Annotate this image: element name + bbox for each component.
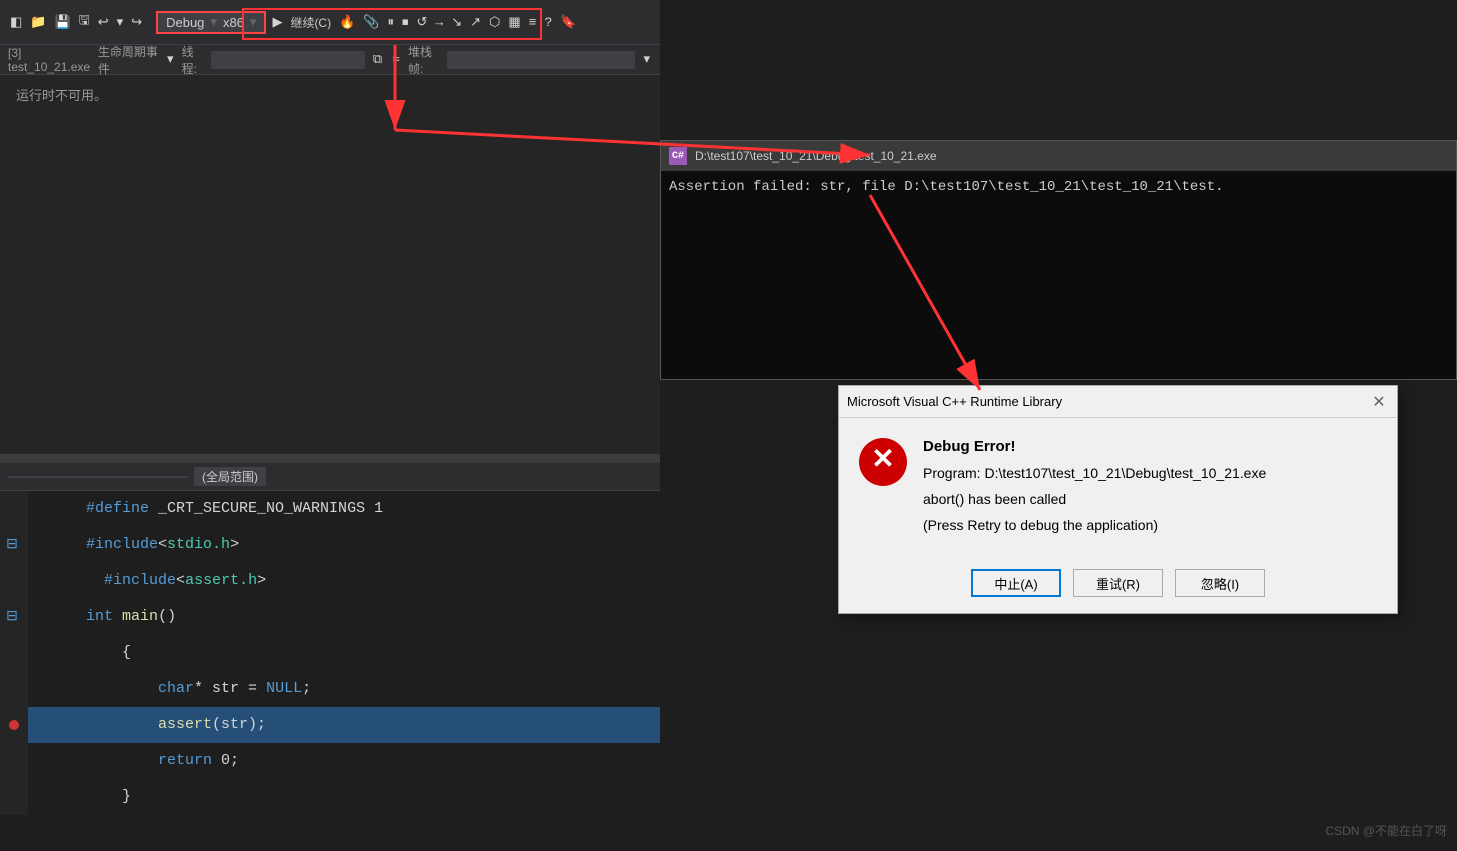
gutter-4: ⊟	[0, 599, 28, 635]
debug-bar: [3] test_10_21.exe 生命周期事件 ▾ 线程: ⧉ ≈ 堆栈帧:…	[0, 45, 660, 75]
step-over-icon[interactable]: →	[435, 15, 443, 30]
toolbar: ◧ 📁 💾 🖫 ↩ ▾ ↪ Debug ▾ x86 ▾ ▶ 继续(C) 🔥 📎 …	[0, 0, 660, 45]
thread-label: 线程:	[182, 43, 205, 77]
stop-icon[interactable]: ⏹	[402, 15, 409, 30]
disasm-icon[interactable]: ≡	[529, 15, 537, 30]
retry-button[interactable]: 重试(R)	[1073, 569, 1163, 597]
debug-config-box[interactable]: Debug ▾ x86 ▾	[156, 11, 266, 34]
error-circle-icon: ✕	[859, 438, 907, 486]
console-message: Assertion failed: str, file D:\test107\t…	[669, 179, 1224, 195]
filter-icon[interactable]: ⧉	[373, 52, 382, 67]
gutter-9	[0, 779, 28, 815]
sort-icon[interactable]: ≈	[392, 52, 400, 67]
open-icon: 📁	[30, 15, 46, 30]
save-icon: 💾	[54, 15, 70, 30]
step-in-icon[interactable]: ↘	[451, 15, 462, 30]
callstack-label: 堆栈帧:	[408, 43, 441, 77]
gutter-3	[0, 563, 28, 599]
error-x-icon: ✕	[871, 448, 894, 476]
continue-label[interactable]: 继续(C)	[290, 14, 331, 31]
file-icon: ◧	[10, 15, 22, 30]
console-content: Assertion failed: str, file D:\test107\t…	[661, 171, 1456, 203]
play-icon[interactable]: ▶	[272, 15, 282, 30]
callstack-dropdown[interactable]	[447, 51, 635, 69]
console-title: D:\test107\test_10_21\Debug\test_10_21.e…	[695, 149, 937, 163]
step-out-icon[interactable]: ↗	[470, 15, 481, 30]
lifecycle-dropdown-icon[interactable]: ▾	[167, 52, 174, 67]
collapse-minus-2[interactable]: ⊟	[6, 599, 18, 635]
attach-icon: 📎	[363, 15, 379, 30]
dialog-close-button[interactable]: ✕	[1369, 392, 1389, 412]
code-line-9: }	[0, 779, 660, 815]
ide-watch-panel: 运行时不可用。	[0, 75, 660, 455]
debug-error-label: Debug Error!	[923, 438, 1377, 455]
dialog-buttons: 中止(A) 重试(R) 忽略(I)	[839, 559, 1397, 613]
dialog-icon-area: ✕	[859, 438, 907, 543]
code-editor[interactable]: #define _CRT_SECURE_NO_WARNINGS 1 ⊟ #inc…	[0, 491, 660, 849]
register-icon[interactable]: ?	[544, 15, 552, 30]
collapse-minus-1[interactable]: ⊟	[6, 527, 18, 563]
thread-dropdown[interactable]	[211, 51, 365, 69]
gutter-5	[0, 635, 28, 671]
abort-label: abort() has been called	[923, 491, 1377, 507]
arch-label: x86	[223, 15, 244, 30]
console-window: C# D:\test107\test_10_21\Debug\test_10_2…	[660, 140, 1457, 380]
retry-hint-label: (Press Retry to debug the application)	[923, 517, 1377, 533]
restart-icon[interactable]: ↺	[416, 15, 427, 30]
program-path-label: Program: D:\test107\test_10_21\Debug\tes…	[923, 465, 1377, 481]
abort-button[interactable]: 中止(A)	[971, 569, 1061, 597]
gutter-1	[0, 491, 28, 527]
redo-icon: ↪	[131, 15, 142, 30]
console-app-icon: C#	[669, 147, 687, 165]
pause-icon[interactable]: ⏸	[387, 15, 394, 30]
bookmark-icon[interactable]: 🔖	[560, 15, 576, 30]
undo-arrow-icon: ▾	[117, 15, 124, 30]
right-background	[660, 0, 1457, 140]
dialog-text-area: Debug Error! Program: D:\test107\test_10…	[923, 438, 1377, 543]
error-dialog: Microsoft Visual C++ Runtime Library ✕ ✕…	[838, 385, 1398, 614]
lifecycle-label: 生命周期事件	[98, 43, 159, 77]
dialog-title: Microsoft Visual C++ Runtime Library	[847, 394, 1062, 409]
console-titlebar: C# D:\test107\test_10_21\Debug\test_10_2…	[661, 141, 1456, 171]
dialog-titlebar: Microsoft Visual C++ Runtime Library ✕	[839, 386, 1397, 418]
debug-label: Debug	[166, 15, 204, 30]
dialog-body: ✕ Debug Error! Program: D:\test107\test_…	[839, 418, 1397, 559]
save-all-icon: 🖫	[79, 11, 90, 33]
callstack-expand-icon[interactable]: ▾	[643, 52, 650, 67]
config-separator: ▾	[210, 15, 217, 30]
arch-separator: ▾	[250, 15, 257, 30]
gutter-6	[0, 671, 28, 707]
gutter-2: ⊟	[0, 527, 28, 563]
gutter-8	[0, 743, 28, 779]
ignore-button[interactable]: 忽略(I)	[1175, 569, 1265, 597]
breakpoint-dot[interactable]	[9, 720, 19, 730]
undo-icon: ↩	[98, 15, 109, 30]
gutter-7	[0, 707, 28, 743]
not-available-text: 运行时不可用。	[0, 75, 660, 114]
mem-icon[interactable]: ▦	[508, 15, 520, 30]
breakpoints-icon[interactable]: ⬡	[489, 15, 500, 30]
fire-icon: 🔥	[339, 15, 355, 30]
line-content-9: }	[28, 743, 131, 851]
process-label[interactable]: [3] test_10_21.exe	[8, 46, 92, 74]
csdn-watermark: CSDN @不能在白了呀	[1325, 822, 1447, 839]
